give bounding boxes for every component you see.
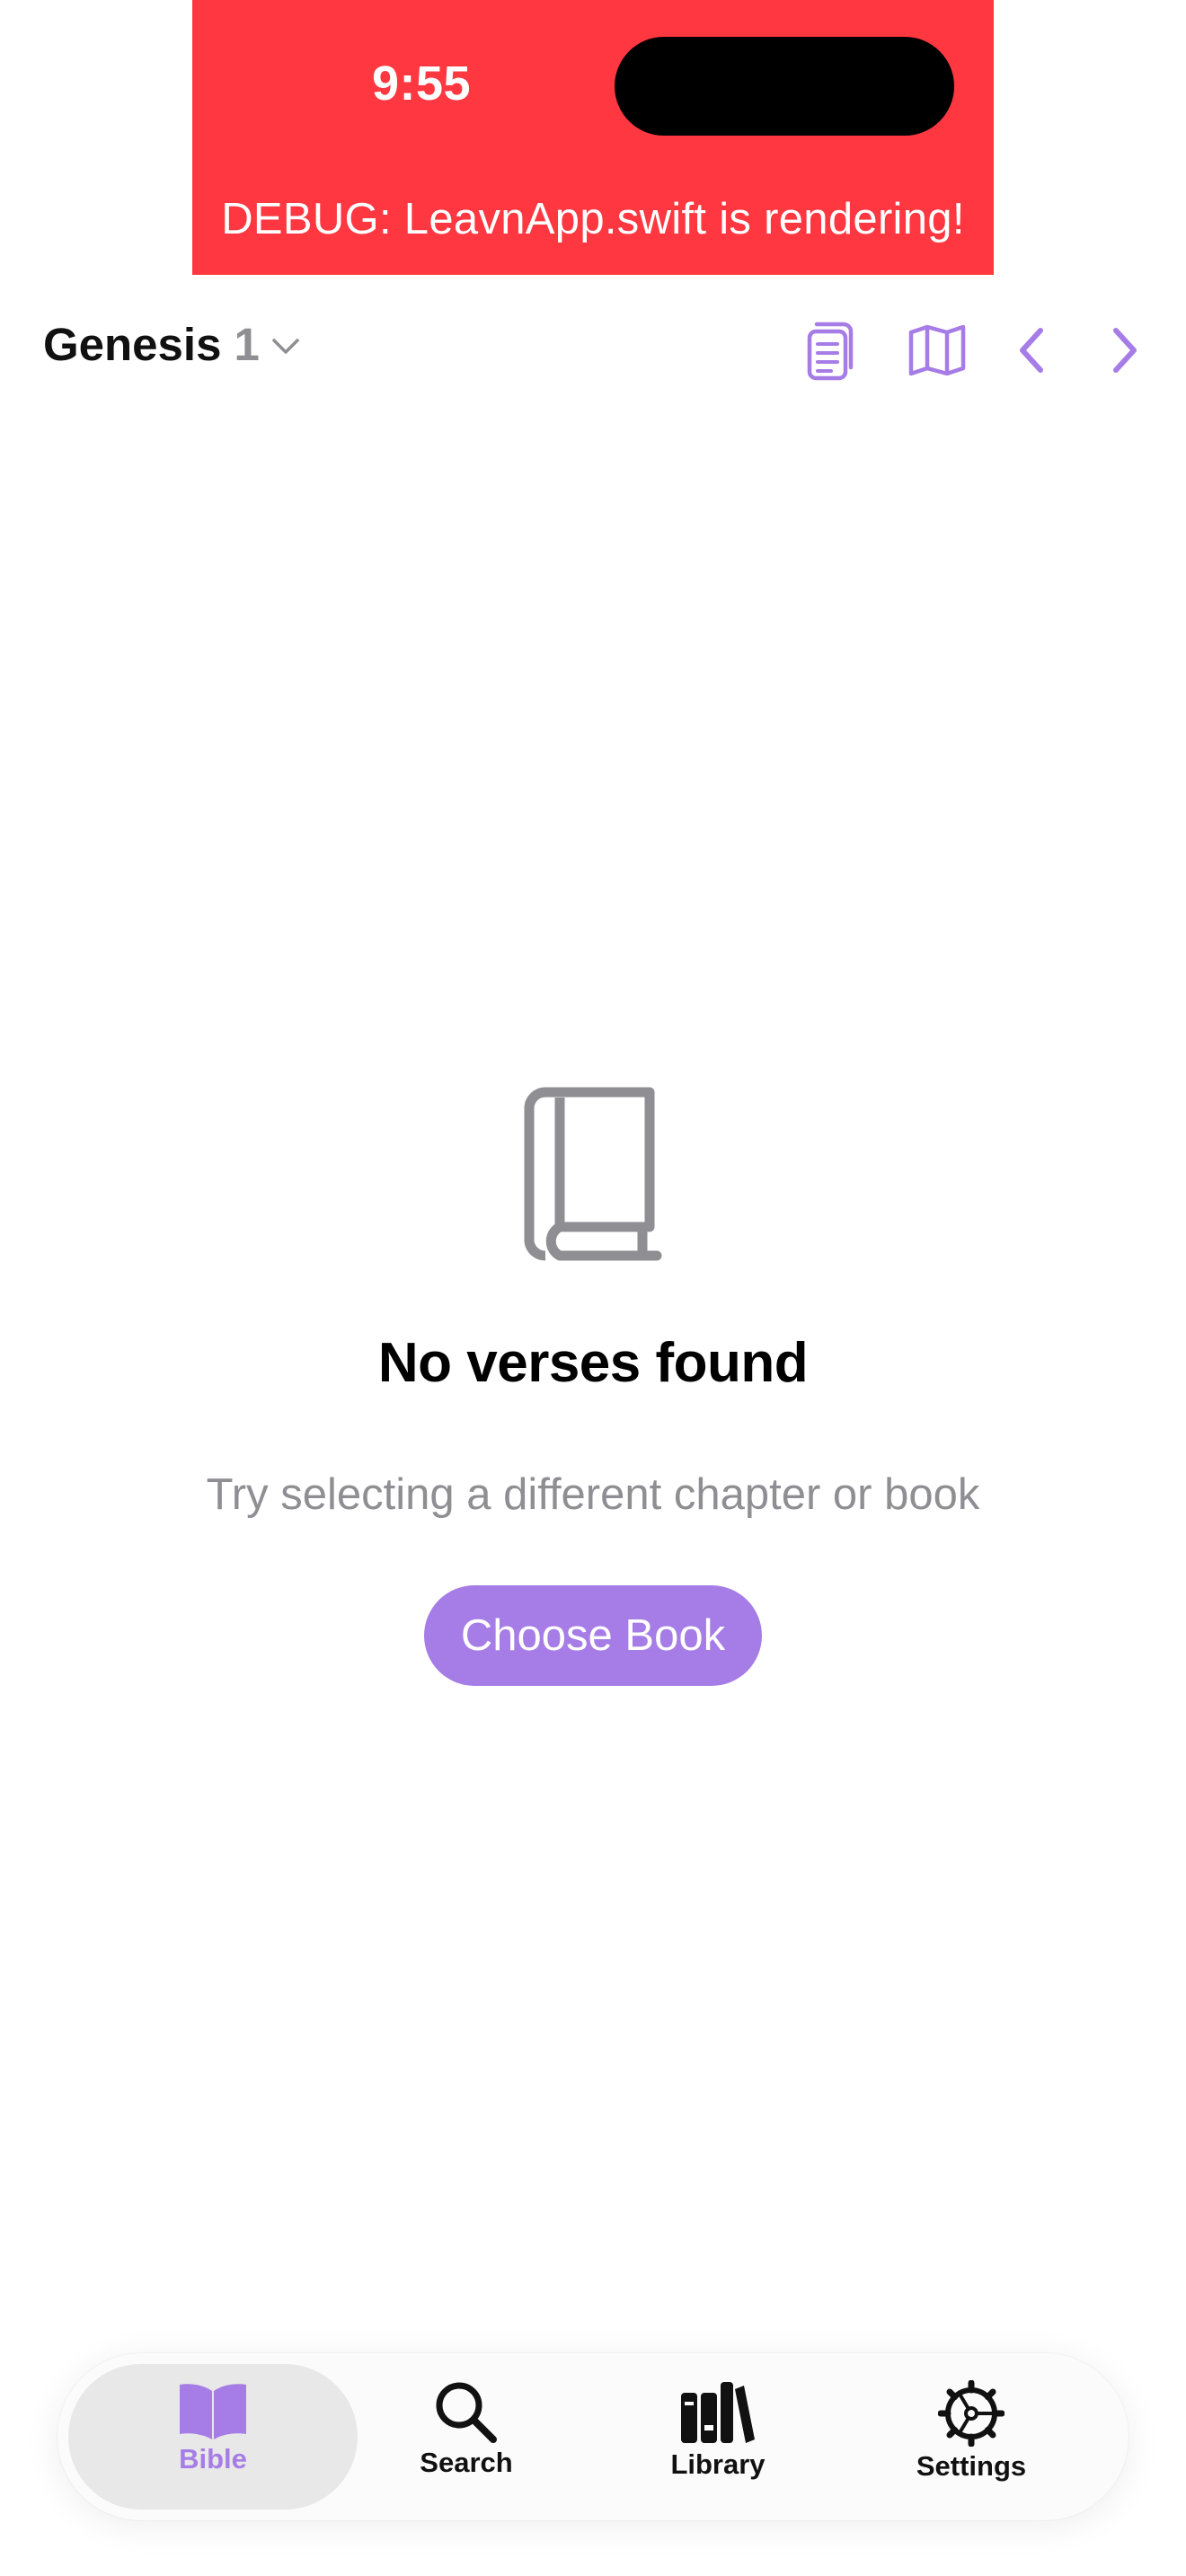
- document-icon: [807, 322, 854, 381]
- empty-state-subtitle: Try selecting a different chapter or boo…: [206, 1470, 980, 1519]
- tab-bible[interactable]: Bible: [101, 2353, 325, 2520]
- tab-search[interactable]: Search: [354, 2353, 579, 2520]
- chevron-down-icon: [272, 338, 299, 354]
- book-icon: [524, 1087, 662, 1261]
- map-icon: [908, 324, 966, 376]
- previous-chapter-button[interactable]: [996, 314, 1067, 386]
- map-button[interactable]: [901, 314, 973, 386]
- chevron-right-icon: [1113, 328, 1137, 373]
- choose-book-button[interactable]: Choose Book: [424, 1585, 762, 1686]
- status-time: 9:55: [372, 57, 472, 110]
- empty-state-title: No verses found: [377, 1332, 809, 1394]
- tab-bible-label: Bible: [179, 2443, 247, 2475]
- books-icon: [681, 2382, 755, 2443]
- tab-settings[interactable]: Settings: [859, 2353, 1084, 2520]
- reader-header: Genesis 1: [0, 305, 1186, 386]
- tab-settings-label: Settings: [916, 2450, 1027, 2482]
- tab-bar: Bible Search Library Settings: [58, 2353, 1128, 2520]
- next-chapter-button[interactable]: [1089, 314, 1161, 386]
- document-button[interactable]: [795, 314, 867, 386]
- open-book-icon: [180, 2384, 246, 2439]
- tab-search-label: Search: [420, 2447, 513, 2478]
- chapter-number: 1: [234, 319, 260, 370]
- chevron-left-icon: [1020, 328, 1043, 373]
- book-chapter-picker[interactable]: Genesis 1: [43, 318, 299, 371]
- dynamic-island: [615, 37, 954, 136]
- book-name: Genesis: [43, 319, 222, 370]
- tab-library-label: Library: [670, 2448, 766, 2480]
- magnifier-icon: [436, 2382, 497, 2443]
- gear-icon: [938, 2380, 1005, 2447]
- tab-library[interactable]: Library: [606, 2353, 830, 2520]
- screen: 9:55 DEBUG: LeavnApp.swift is rendering!…: [0, 0, 1186, 2576]
- debug-message: DEBUG: LeavnApp.swift is rendering!: [221, 195, 965, 243]
- debug-banner: 9:55 DEBUG: LeavnApp.swift is rendering!: [192, 0, 994, 275]
